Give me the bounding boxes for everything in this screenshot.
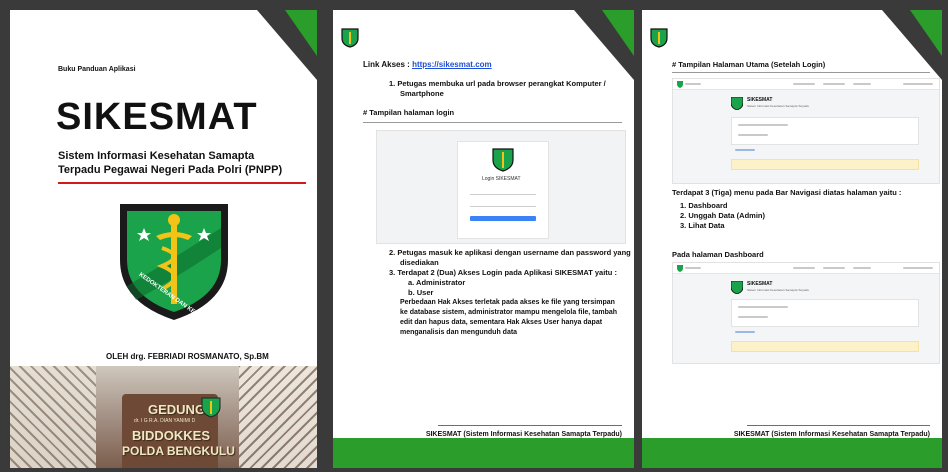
login-title: Login SIKESMAT (482, 176, 521, 182)
link-url[interactable]: https://sikesmat.com (412, 60, 492, 69)
main-page-guide: # Tampilan Halaman Utama (Setelah Login)… (642, 10, 942, 468)
step-2: 2. Petugas masuk ke aplikasi dengan user… (389, 248, 631, 257)
app-subtitle: Sistem Informasi Kesehatan Samapta Terpa… (747, 288, 809, 292)
cover-subtitle-1: Sistem Informasi Kesehatan Samapta (58, 150, 255, 162)
dashboard-heading: Pada halaman Dashboard (672, 250, 764, 259)
heading-rule (363, 122, 622, 123)
step-3: 3. Terdapat 2 (Dua) Akses Login pada Apl… (389, 268, 617, 277)
corner-decoration (257, 10, 317, 80)
app-subtitle: Sistem Informasi Kesehatan Samapta Terpa… (747, 104, 809, 108)
login-guide-page: Link Akses : https://sikesmat.com 1. Pet… (333, 10, 634, 468)
link-label: Link Akses : (363, 60, 413, 69)
cover-subtitle-2: Terpadu Pegawai Negeri Pada Polri (PNPP) (58, 164, 283, 176)
footer-bar (642, 438, 942, 468)
guide-label: Buku Panduan Aplikasi (58, 66, 136, 73)
dashboard-screenshot: SIKESMAT Sistem Informasi Kesehatan Sama… (672, 262, 940, 364)
access-paragraph-4: menganalisis dan mengunduh data (400, 329, 518, 336)
mini-logo-icon (677, 81, 683, 88)
building-sign-1: GEDUNG (148, 402, 206, 417)
info-alert (731, 341, 919, 352)
medical-emblem-icon (120, 204, 228, 320)
footer-text: SIKESMAT (Sistem Informasi Kesehatan Sam… (733, 431, 930, 438)
role-admin: a. Administrator (408, 278, 466, 287)
login-heading: # Tampilan halaman login (363, 108, 455, 117)
login-logo-icon (492, 148, 514, 172)
login-card: Login SIKESMAT (457, 141, 549, 239)
link-line: Link Akses : https://sikesmat.com (363, 60, 492, 69)
building-sign-4: POLDA BENGKULU (122, 444, 235, 458)
step-2-cont: disediakan (400, 258, 439, 267)
footer-rule (747, 425, 930, 426)
logo-icon (650, 28, 668, 48)
login-screenshot: Login SIKESMAT (376, 130, 626, 244)
username-field[interactable] (470, 188, 536, 195)
step-1-cont: Smartphone (400, 89, 444, 98)
main-screenshot: SIKESMAT Sistem Informasi Kesehatan Sama… (672, 78, 940, 184)
access-paragraph-2: ke database sistem, administrator mampu … (400, 309, 618, 316)
menu-item-upload: 2. Unggah Data (Admin) (680, 211, 766, 220)
menu-item-dashboard: 1. Dashboard (680, 201, 728, 210)
corner-decoration (574, 10, 634, 80)
filter-card (731, 299, 919, 327)
app-name: SIKESMAT (747, 281, 773, 287)
cover-page: Buku Panduan Aplikasi SIKESMAT Sistem In… (10, 10, 317, 468)
access-paragraph-1: Perbedaan Hak Akses terletak pada akses … (400, 299, 615, 306)
main-heading: # Tampilan Halaman Utama (Setelah Login) (672, 60, 826, 69)
footer-rule (438, 425, 622, 426)
access-paragraph-3: edit dan hapus data, sementara Hak Akses… (400, 319, 603, 326)
password-field[interactable] (470, 200, 536, 207)
login-button[interactable] (470, 216, 536, 221)
mini-logo-icon (677, 265, 683, 272)
building-sign-3: BIDDOKKES (132, 428, 211, 443)
app-logo-icon (731, 281, 743, 294)
author-line: OLEH drg. FEBRIADI ROSMANATO, Sp.BM (106, 352, 269, 361)
app-name: SIKESMAT (747, 97, 773, 103)
role-user: b. User (408, 288, 434, 297)
filter-card (731, 117, 919, 145)
footer-text: SIKESMAT (Sistem Informasi Kesehatan Sam… (425, 431, 622, 438)
cover-title: SIKESMAT (56, 96, 258, 138)
step-1: 1. Petugas membuka url pada browser pera… (389, 79, 606, 88)
sign-emblem-icon (201, 397, 221, 418)
heading-rule (672, 72, 930, 73)
logo-icon (341, 28, 359, 48)
footer-bar (333, 438, 634, 468)
menu-intro: Terdapat 3 (Tiga) menu pada Bar Navigasi… (672, 188, 902, 197)
red-rule (58, 182, 306, 184)
info-alert (731, 159, 919, 170)
corner-decoration (882, 10, 942, 80)
building-sign-2: dr. I G R.A. DIAN YANIMI D (134, 418, 196, 424)
menu-item-view: 3. Lihat Data (680, 221, 725, 230)
app-logo-icon (731, 97, 743, 110)
